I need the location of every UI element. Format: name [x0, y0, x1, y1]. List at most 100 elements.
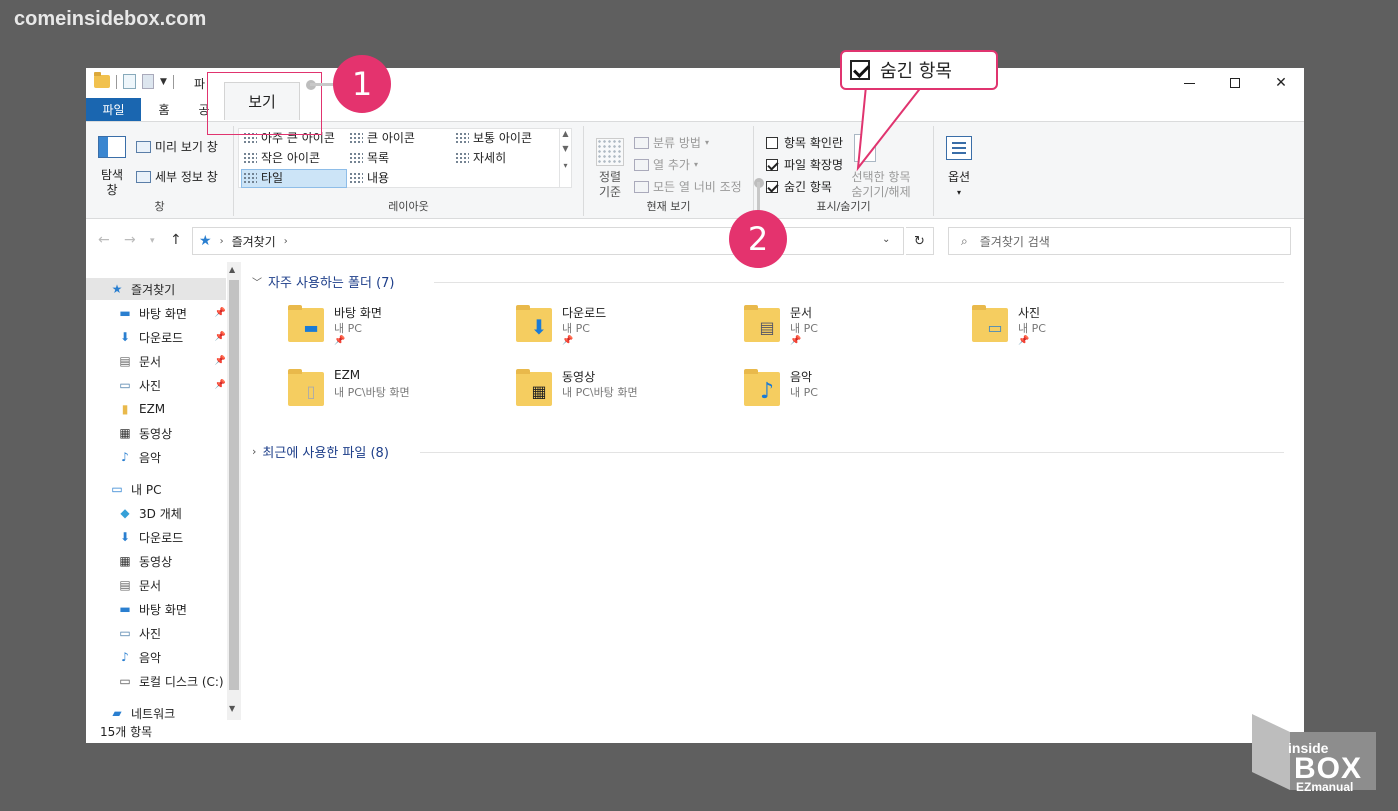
recent-locations-icon[interactable]: ▾ — [150, 236, 155, 246]
close-button[interactable]: ✕ — [1258, 68, 1304, 98]
layout-option-content[interactable]: 내용 — [349, 169, 389, 186]
chevron-down-icon[interactable]: ▼ — [560, 144, 571, 153]
nav-item-pc-documents[interactable]: ▤ 문서 — [86, 574, 226, 596]
nav-item-pc-videos[interactable]: ▦ 동영상 — [86, 550, 226, 572]
forward-arrow-icon[interactable]: → — [124, 232, 136, 248]
layout-option-tiles[interactable]: 타일 — [243, 169, 283, 186]
add-columns-button[interactable]: 열 추가 ▾ — [634, 156, 698, 173]
options-button[interactable]: 옵션 ▾ — [940, 170, 978, 200]
group-pane: 탐색 창 미리 보기 창 세부 정보 창 창 — [86, 126, 234, 216]
preview-pane-button[interactable]: 미리 보기 창 — [136, 138, 218, 155]
nav-pane-scrollbar[interactable]: ▲ ▼ — [227, 262, 241, 720]
file-extensions-toggle[interactable]: 파일 확장명 — [766, 156, 843, 173]
nav-item-this-pc[interactable]: ▭ 내 PC — [86, 478, 226, 500]
layout-option-large-icons[interactable]: 큰 아이콘 — [349, 129, 415, 146]
back-arrow-icon[interactable]: ← — [98, 232, 110, 248]
layout-option-details[interactable]: 자세히 — [455, 149, 506, 166]
up-arrow-icon[interactable]: ↑ — [170, 232, 182, 248]
nav-item-pc-music[interactable]: ♪ 음악 — [86, 646, 226, 668]
hidden-items-toggle[interactable]: 숨긴 항목 — [766, 178, 832, 195]
hidden-items-checkbox[interactable] — [766, 180, 778, 193]
nav-item-local-disk[interactable]: ▭ 로컬 디스크 (C:) — [86, 670, 226, 692]
nav-item-music[interactable]: ♪ 음악 — [86, 446, 226, 468]
new-folder-icon[interactable] — [142, 74, 154, 89]
options-icon[interactable] — [946, 136, 972, 160]
item-checkboxes-label: 항목 확인란 — [784, 136, 844, 150]
folder-item-downloads[interactable]: ⬇ 다운로드 내 PC 📌 — [516, 304, 716, 360]
expand-gallery-icon[interactable]: ▾ — [560, 161, 571, 170]
pin-icon: 📌 — [214, 356, 226, 366]
folder-name: EZM — [334, 368, 361, 382]
layout-label: 작은 아이콘 — [261, 151, 321, 165]
breadcrumb[interactable]: 즐겨찾기 — [232, 233, 276, 250]
section-frequent-folders[interactable]: ﹀ 자주 사용하는 폴더 (7) — [252, 272, 395, 291]
folder-item-desktop[interactable]: ▬ 바탕 화면 내 PC 📌 — [288, 304, 488, 360]
video-icon: ▦ — [119, 426, 131, 440]
tab-home[interactable]: 홈 — [150, 98, 178, 121]
chevron-up-icon[interactable]: ▲ — [560, 129, 571, 138]
sort-by-icon[interactable] — [596, 138, 624, 166]
folder-item-documents[interactable]: ▤ 문서 내 PC 📌 — [744, 304, 944, 360]
group-by-button[interactable]: 분류 방법 ▾ — [634, 134, 709, 151]
layout-gallery-scroll[interactable]: ▲ ▼ ▾ — [559, 129, 571, 187]
folder-item-ezm[interactable]: ▯ EZM 내 PC\바탕 화면 — [288, 368, 488, 424]
sort-by-button[interactable]: 정렬 기준 — [590, 170, 630, 200]
file-extensions-checkbox[interactable] — [766, 158, 778, 171]
pin-icon: 📌 — [790, 336, 802, 346]
file-explorer-window: ▼ 파 ✕ 파일 홈 공 ︿ ? 보기 탐색 창 미리 보기 창 — [86, 68, 1304, 743]
tab-file[interactable]: 파일 — [86, 98, 141, 121]
group-label: 현재 보기 — [646, 200, 691, 213]
chevron-up-icon[interactable]: ▲ — [229, 265, 235, 274]
maximize-button[interactable] — [1212, 68, 1258, 98]
details-pane-button[interactable]: 세부 정보 창 — [136, 168, 218, 185]
refresh-button[interactable]: ↻ — [906, 227, 934, 255]
address-bar[interactable]: ★ › 즐겨찾기 › — [192, 227, 904, 255]
folder-item-pictures[interactable]: ▭ 사진 내 PC 📌 — [972, 304, 1172, 360]
address-dropdown-icon[interactable]: ⌄ — [882, 234, 890, 245]
item-checkboxes-checkbox[interactable] — [766, 136, 778, 149]
document-icon: ▤ — [119, 354, 131, 368]
folder-item-videos[interactable]: ▦ 동영상 내 PC\바탕 화면 — [516, 368, 716, 424]
layout-option-medium-icons[interactable]: 보통 아이콘 — [455, 129, 532, 146]
section-recent-files[interactable]: › 최근에 사용한 파일 (8) — [252, 442, 389, 461]
chevron-down-icon[interactable]: ▼ — [160, 77, 167, 87]
folder-item-music[interactable]: ♪ 음악 내 PC — [744, 368, 944, 424]
scrollbar-thumb[interactable] — [229, 280, 239, 690]
nav-item-videos[interactable]: ▦ 동영상 — [86, 422, 226, 444]
search-input[interactable]: ⌕ 즐겨찾기 검색 — [948, 227, 1291, 255]
group-label: 표시/숨기기 — [816, 200, 871, 213]
properties-icon[interactable] — [123, 74, 136, 89]
details-pane-label: 세부 정보 창 — [155, 170, 218, 184]
chevron-right-icon[interactable]: › — [284, 236, 288, 247]
nav-item-label: EZM — [139, 402, 166, 416]
fit-columns-button[interactable]: 모든 열 너비 조정 — [634, 178, 742, 195]
nav-item-quick-access[interactable]: ★ 즐겨찾기 — [86, 278, 226, 300]
chevron-down-icon[interactable]: ▼ — [229, 704, 235, 713]
navigation-pane-button[interactable]: 탐색 창 — [96, 168, 128, 198]
layout-option-list[interactable]: 목록 — [349, 149, 389, 166]
status-bar: 15개 항목 — [86, 720, 1304, 743]
nav-item-label: 사진 — [139, 626, 162, 641]
search-placeholder: 즐겨찾기 검색 — [979, 234, 1050, 249]
layout-option-small-icons[interactable]: 작은 아이콘 — [243, 149, 320, 166]
pin-icon: 📌 — [1018, 336, 1030, 346]
divider — [172, 74, 174, 89]
nav-item-documents[interactable]: ▤ 문서 📌 — [86, 350, 226, 372]
nav-item-label: 다운로드 — [139, 530, 184, 545]
nav-item-pc-downloads[interactable]: ⬇ 다운로드 — [86, 526, 226, 548]
minimize-button[interactable] — [1166, 68, 1212, 98]
item-checkboxes-toggle[interactable]: 항목 확인란 — [766, 134, 843, 151]
layout-label: 타일 — [261, 171, 284, 185]
nav-item-desktop[interactable]: ▬ 바탕 화면 📌 — [86, 302, 226, 324]
nav-item-pictures[interactable]: ▭ 사진 📌 — [86, 374, 226, 396]
list-icon — [349, 151, 363, 164]
group-current-view: 정렬 기준 분류 방법 ▾ 열 추가 ▾ 모든 열 너비 조정 현재 보기 — [584, 126, 754, 216]
nav-item-downloads[interactable]: ⬇ 다운로드 📌 — [86, 326, 226, 348]
folder-name: 동영상 — [562, 370, 596, 384]
nav-item-pc-desktop[interactable]: ▬ 바탕 화면 — [86, 598, 226, 620]
navigation-pane-icon[interactable] — [98, 136, 126, 158]
nav-item-ezm[interactable]: ▮ EZM — [86, 398, 226, 420]
callout-pointer-shape — [856, 86, 924, 172]
nav-item-pc-pictures[interactable]: ▭ 사진 — [86, 622, 226, 644]
nav-item-3d-objects[interactable]: ◆ 3D 개체 — [86, 502, 226, 524]
